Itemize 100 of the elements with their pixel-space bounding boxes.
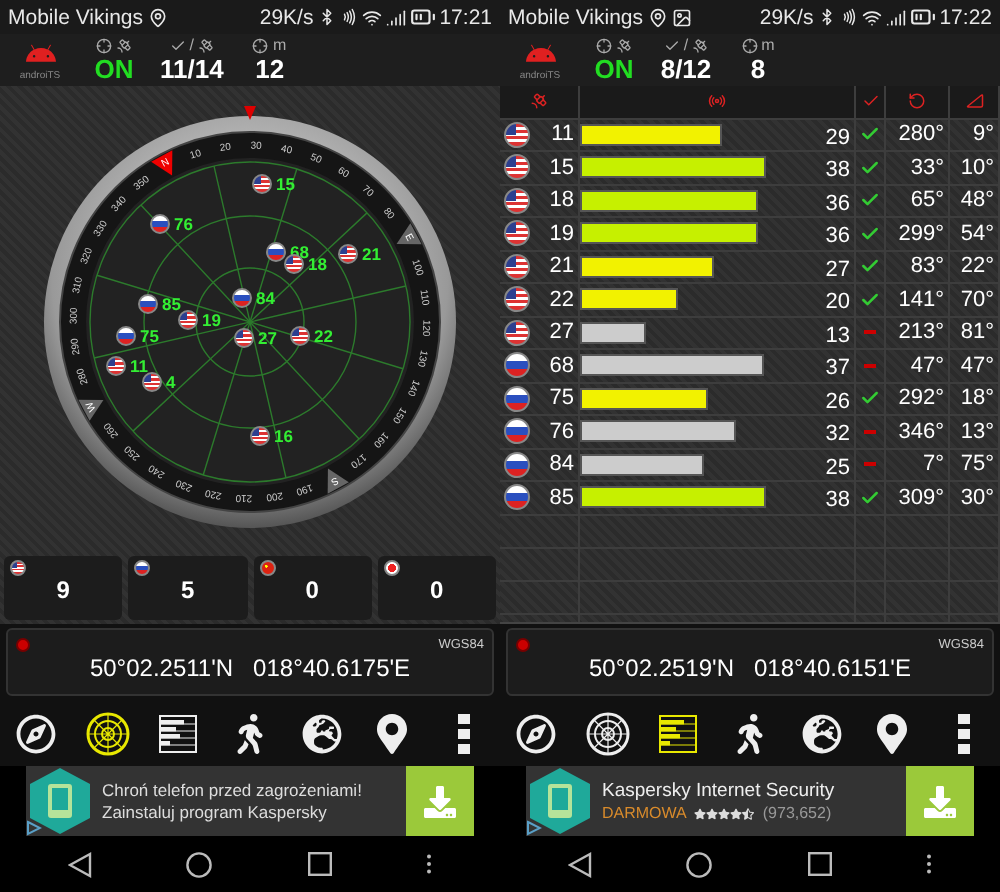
elevation-value: 54°	[960, 221, 994, 246]
flag-icon	[504, 319, 530, 346]
location-icon	[147, 7, 168, 27]
download-icon	[424, 785, 456, 817]
latitude: 50°02.2519'N	[589, 654, 734, 682]
satellite-number: 18	[549, 188, 574, 213]
satellite-count: 5	[179, 576, 197, 604]
azimuth-value: 309°	[898, 485, 944, 510]
signal-icon	[885, 7, 906, 27]
toolbar-button[interactable]	[81, 707, 134, 759]
satellite-count: 0	[303, 576, 321, 604]
bluetooth-icon	[817, 8, 836, 26]
satellite-number: 4	[166, 372, 176, 392]
compass-icon	[516, 713, 556, 753]
elevation-icon	[965, 92, 983, 111]
ad-title: Kaspersky Internet Security	[602, 780, 837, 802]
satellite-number: 15	[549, 155, 574, 180]
wifi-icon	[361, 7, 382, 27]
radar-icon	[85, 711, 130, 755]
elevation-value: 18°	[960, 386, 994, 411]
satellite-number: 21	[362, 244, 381, 264]
flag-icon	[504, 451, 530, 478]
flag-icon	[259, 560, 275, 576]
satellite-count: 8/12	[660, 54, 712, 84]
satellite-number: 84	[549, 452, 574, 477]
satellite-number: 27	[258, 328, 277, 348]
flag-icon	[504, 121, 530, 148]
azimuth-icon	[908, 92, 926, 111]
back-icon[interactable]	[567, 851, 592, 877]
azimuth-value: 33°	[910, 155, 944, 180]
battery-icon	[909, 4, 936, 30]
signal-strength: 26	[825, 389, 850, 414]
network-speed: 29K/s	[259, 5, 314, 29]
satellite-icon	[616, 37, 632, 53]
satellite-icon	[692, 37, 709, 53]
elevation-value: 13°	[960, 419, 994, 444]
accuracy-value: 12	[255, 54, 285, 84]
azimuth-value: 213°	[898, 320, 944, 345]
satellite-number: 19	[549, 221, 574, 246]
satellite-count: 9	[54, 576, 72, 604]
signal-strength: 38	[825, 488, 850, 513]
more-icon	[957, 713, 970, 753]
elevation-value: 75°	[960, 452, 994, 477]
satellite-number: 85	[549, 485, 574, 510]
globe-icon	[801, 713, 842, 753]
globe-icon	[301, 713, 342, 753]
ad-choices-icon[interactable]	[26, 820, 42, 836]
nfc-icon	[839, 8, 858, 26]
map-pin-icon	[372, 713, 413, 753]
elevation-value: 47°	[960, 353, 994, 378]
flag-icon	[383, 560, 400, 576]
flag-icon	[10, 560, 26, 576]
azimuth-value: 299°	[898, 221, 944, 246]
signal-strength: 29	[825, 125, 850, 150]
satellite-number: 21	[549, 254, 574, 279]
more-icon[interactable]	[426, 854, 433, 874]
elevation-value: 9°	[972, 122, 994, 147]
target-icon	[516, 637, 530, 651]
satellite-icon	[116, 37, 132, 53]
more-icon[interactable]	[926, 854, 933, 874]
satellite-number: 75	[140, 326, 159, 346]
elevation-value: 48°	[960, 188, 994, 213]
azimuth-value: 292°	[898, 386, 944, 411]
ad-banner[interactable]: Chroń telefon przed zagrożeniami! Zainstaluj program Kaspersky	[26, 766, 474, 836]
home-icon[interactable]	[186, 851, 213, 877]
azimuth-value: 47°	[910, 353, 944, 378]
bar-chart-icon	[658, 713, 699, 753]
azimuth-value: 346°	[898, 419, 944, 444]
more-icon	[457, 713, 470, 753]
gps-icon	[596, 37, 612, 53]
clock: 17:21	[439, 5, 492, 29]
satellite-count: 0	[428, 576, 446, 604]
flag-icon	[504, 352, 530, 379]
flag-icon	[504, 220, 530, 247]
satellite-number: 16	[274, 426, 293, 446]
battery-icon	[409, 4, 436, 30]
clock: 17:22	[939, 5, 992, 29]
ad-banner[interactable]: Kaspersky Internet Security DARMOWA (973,652)	[526, 766, 974, 836]
gps-status: ON	[94, 54, 134, 84]
signal-strength: 36	[825, 191, 850, 216]
ad-choices-icon[interactable]	[526, 820, 542, 836]
flag-icon	[504, 286, 530, 313]
ad-text: Chroń telefon przed zagrożeniami!	[102, 780, 364, 800]
check-icon	[169, 37, 186, 53]
toolbar-button[interactable]	[581, 707, 634, 759]
signal-strength: 25	[825, 455, 850, 480]
back-icon[interactable]	[67, 851, 92, 877]
review-count: (973,652)	[762, 804, 832, 822]
recents-icon[interactable]	[307, 852, 332, 876]
gps-status: ON	[594, 54, 634, 84]
signal-strength: 27	[825, 257, 850, 282]
satellite-number: 19	[202, 310, 221, 330]
azimuth-value: 280°	[898, 122, 944, 147]
satellite-number: 22	[549, 287, 574, 312]
accuracy-value: 8	[750, 54, 766, 84]
price-label: DARMOWA	[602, 804, 687, 822]
home-icon[interactable]	[686, 851, 713, 877]
image-icon	[671, 7, 692, 27]
recents-icon[interactable]	[807, 852, 832, 876]
signal-icon	[385, 7, 406, 27]
